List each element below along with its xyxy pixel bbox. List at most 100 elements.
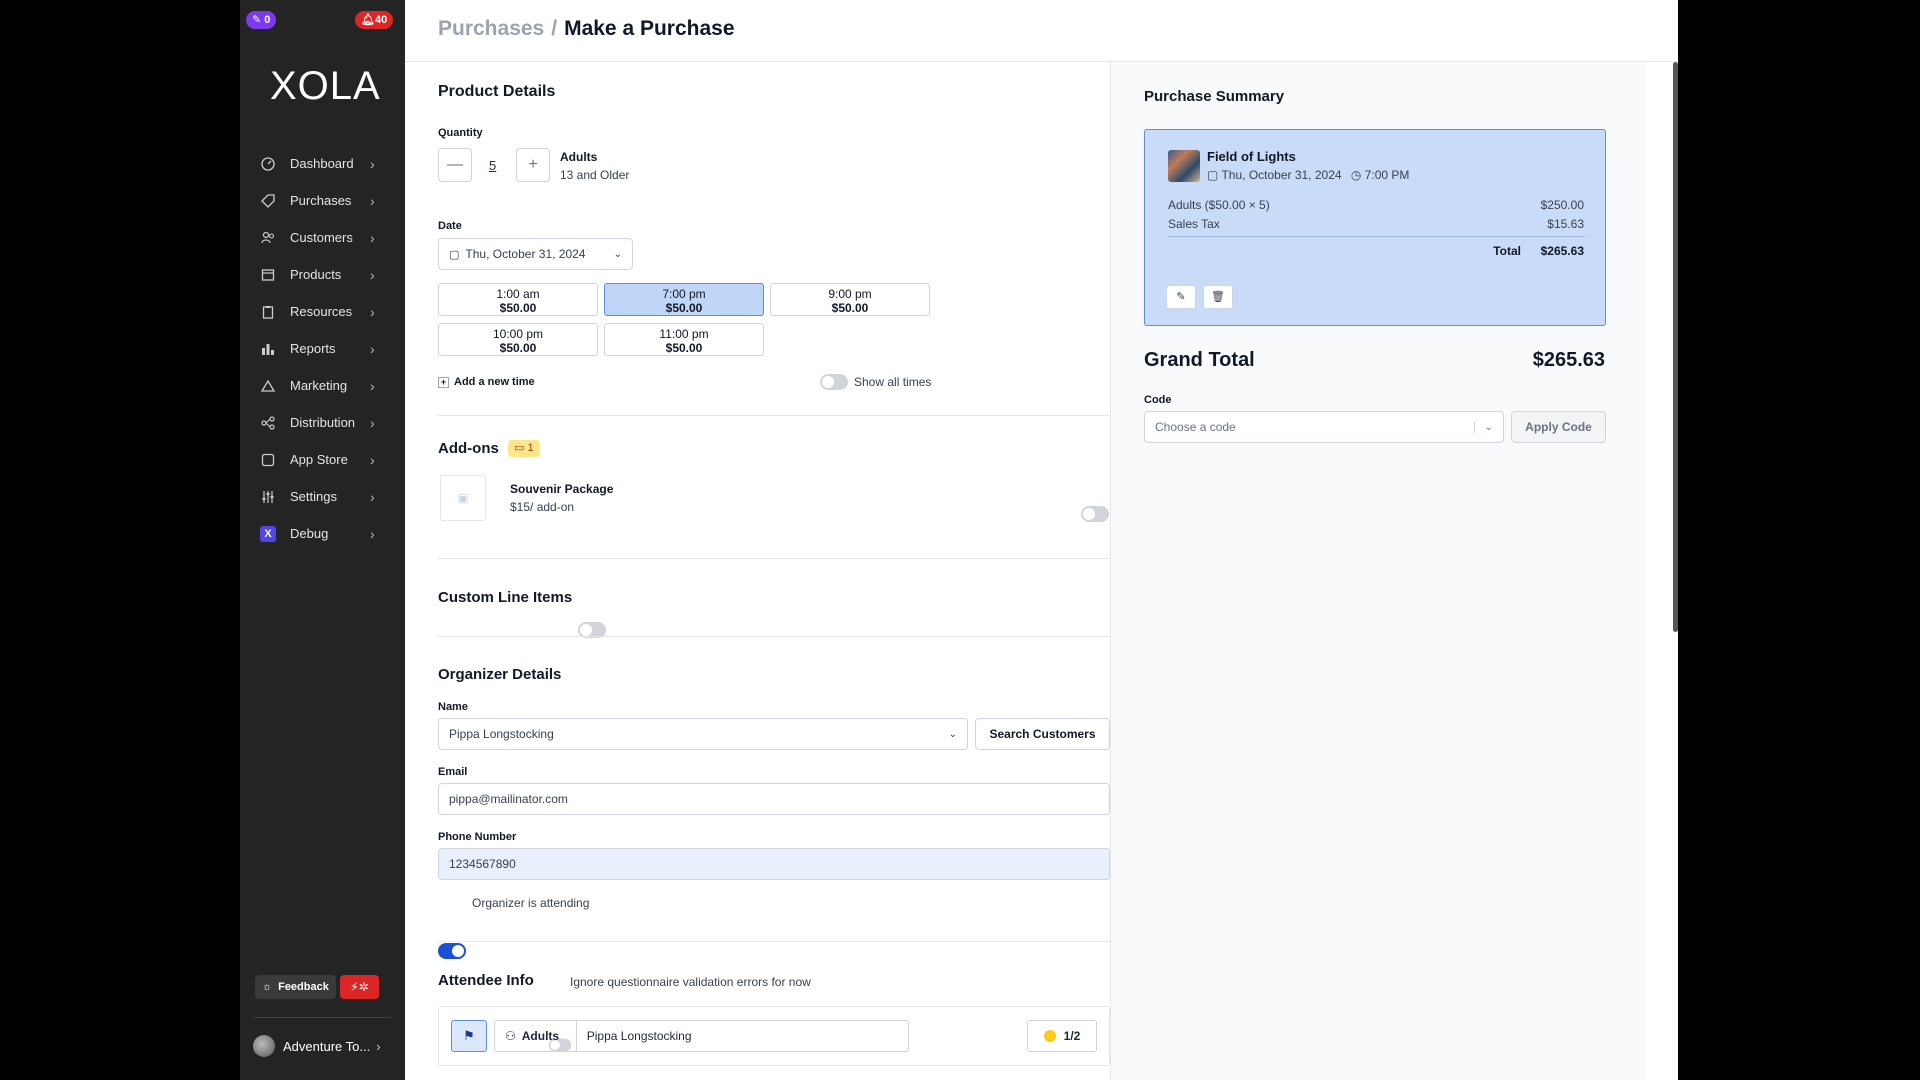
attendee-name-field[interactable]: Pippa Longstocking	[587, 1029, 692, 1043]
page-title: Make a Purchase	[564, 17, 735, 40]
time-slot[interactable]: 10:00 pm $50.00	[438, 323, 598, 356]
page-header: Purchases / Make a Purchase	[405, 0, 1678, 62]
questionnaire-progress[interactable]: 1/2	[1027, 1020, 1097, 1052]
code-select[interactable]: Choose a code ⌄	[1144, 411, 1504, 443]
badge-count: 0	[264, 14, 271, 26]
scrollbar[interactable]	[1673, 62, 1678, 632]
line-item-value: $250.00	[1540, 198, 1584, 212]
quantity-increment-button[interactable]: +	[516, 148, 550, 182]
badge-count: 40	[374, 14, 388, 26]
time-slot[interactable]: 1:00 am $50.00	[438, 283, 598, 316]
time-slot-selected[interactable]: 7:00 pm $50.00	[604, 283, 764, 316]
minus-icon: —	[447, 156, 463, 173]
sidebar-item-resources[interactable]: Resources ›	[240, 293, 405, 330]
chevron-right-icon: ›	[370, 340, 375, 357]
sidebar-item-marketing[interactable]: Marketing ›	[240, 367, 405, 404]
apply-code-button[interactable]: Apply Code	[1511, 411, 1606, 443]
grand-total-label: Grand Total	[1144, 349, 1255, 371]
chevron-right-icon: ›	[370, 451, 375, 468]
product-thumbnail	[1168, 150, 1200, 182]
show-all-times-toggle[interactable]	[820, 374, 848, 390]
purchase-summary-heading: Purchase Summary	[1144, 88, 1285, 105]
chevron-right-icon: ›	[370, 525, 375, 542]
divider	[438, 415, 1110, 416]
flag-button[interactable]: ⚑	[451, 1020, 487, 1052]
square-icon	[260, 452, 276, 468]
user-icon: ⚇	[505, 1029, 516, 1043]
sidebar-item-dashboard[interactable]: Dashboard ›	[240, 145, 405, 182]
addon-image-placeholder: ▣	[440, 475, 486, 521]
sidebar-item-debug[interactable]: X Debug ›	[240, 515, 405, 552]
sidebar-item-products[interactable]: Products ›	[240, 256, 405, 293]
addons-count: 1	[527, 442, 534, 454]
code-label: Code	[1144, 394, 1172, 406]
slot-price: $50.00	[499, 341, 537, 355]
slot-time: 10:00 pm	[492, 327, 544, 341]
chevron-down-icon: ⌄	[613, 248, 622, 260]
phone-label: Phone Number	[438, 831, 517, 843]
bug-icon: ⚡✲	[350, 980, 369, 994]
chevron-right-icon: ›	[370, 488, 375, 505]
calendar-icon: ▢	[449, 248, 460, 261]
xola-logo[interactable]: XOLA	[270, 64, 381, 109]
name-label: Name	[438, 701, 468, 713]
main-content: Purchases / Make a Purchase Product Detail…	[405, 0, 1678, 1080]
feedback-button[interactable]: ☼ Feedback	[255, 975, 336, 999]
name-select[interactable]: Pippa Longstocking ⌄	[438, 718, 968, 750]
quantity-decrement-button[interactable]: —	[438, 148, 472, 182]
time-slot[interactable]: 11:00 pm $50.00	[604, 323, 764, 356]
sidebar-item-label: Marketing	[290, 378, 348, 393]
sidebar-item-label: Reports	[290, 341, 336, 356]
sidebar-item-reports[interactable]: Reports ›	[240, 330, 405, 367]
sidebar-item-app-store[interactable]: App Store ›	[240, 441, 405, 478]
breadcrumb-parent[interactable]: Purchases	[438, 17, 544, 40]
addon-toggle[interactable]	[1081, 506, 1109, 522]
chevron-right-icon: ›	[370, 229, 375, 246]
x-icon: X	[260, 525, 276, 542]
date-picker[interactable]: ▢ Thu, October 31, 2024 ⌄	[438, 238, 633, 270]
delete-item-button[interactable]: 🗑︎	[1203, 285, 1233, 309]
email-label: Email	[438, 766, 468, 778]
add-new-time-button[interactable]: + Add a new time	[438, 376, 535, 388]
organizer-attending-toggle[interactable]	[438, 943, 466, 959]
notifications-badge-purple[interactable]: ✎ 0	[246, 11, 277, 29]
search-customers-button[interactable]: Search Customers	[975, 718, 1110, 750]
organizer-attending-label: Organizer is attending	[472, 896, 590, 910]
edit-item-button[interactable]: ✎	[1166, 285, 1196, 309]
custom-line-items-heading: Custom Line Items	[438, 589, 573, 606]
sidebar-item-label: Purchases	[290, 193, 352, 208]
notifications-badge-red[interactable]: 🔔︎40	[355, 11, 394, 29]
sidebar-item-settings[interactable]: Settings ›	[240, 478, 405, 515]
show-all-times-label: Show all times	[854, 375, 932, 389]
product-details-heading: Product Details	[438, 83, 556, 100]
sidebar: ✎ 0 🔔︎40 XOLA Dashboard › Purchases › Cust…	[240, 0, 405, 1080]
divider	[438, 636, 1110, 637]
chevron-right-icon: ›	[370, 155, 375, 172]
slot-time: 9:00 pm	[828, 287, 872, 301]
lightbulb-icon: ☼	[262, 981, 273, 993]
purchase-form: Product Details Quantity — 5 + Adults 13…	[438, 62, 1110, 1066]
attendee-fields: ⚇ Adults Pippa Longstocking	[494, 1020, 909, 1052]
code-placeholder: Choose a code	[1155, 420, 1236, 434]
bug-report-button[interactable]: ⚡✲	[340, 975, 379, 999]
sidebar-item-label: App Store	[290, 452, 348, 467]
phone-field[interactable]: 1234567890	[438, 848, 1110, 880]
product-datetime: ▢ Thu, October 31, 2024 ◷ 7:00 PM	[1207, 168, 1409, 182]
time-slot[interactable]: 9:00 pm $50.00	[770, 283, 930, 316]
email-field[interactable]: pippa@mailinator.com	[438, 783, 1110, 815]
sidebar-divider	[253, 1017, 391, 1018]
sidebar-item-distribution[interactable]: Distribution ›	[240, 404, 405, 441]
sidebar-item-purchases[interactable]: Purchases ›	[240, 182, 405, 219]
quantity-value[interactable]: 5	[489, 158, 496, 173]
date-label: Date	[438, 220, 462, 232]
sidebar-item-label: Customers	[290, 230, 353, 245]
sliders-icon	[260, 489, 276, 505]
users-icon	[260, 230, 276, 246]
date-value: Thu, October 31, 2024	[465, 247, 586, 261]
account-switcher[interactable]: Adventure To... ›	[253, 1035, 381, 1057]
chevron-down-icon: ⌄	[1473, 421, 1493, 433]
sidebar-item-customers[interactable]: Customers ›	[240, 219, 405, 256]
chevron-right-icon: ›	[370, 377, 375, 394]
quantity-label: Quantity	[438, 127, 483, 139]
tax-label: Sales Tax	[1168, 217, 1220, 231]
